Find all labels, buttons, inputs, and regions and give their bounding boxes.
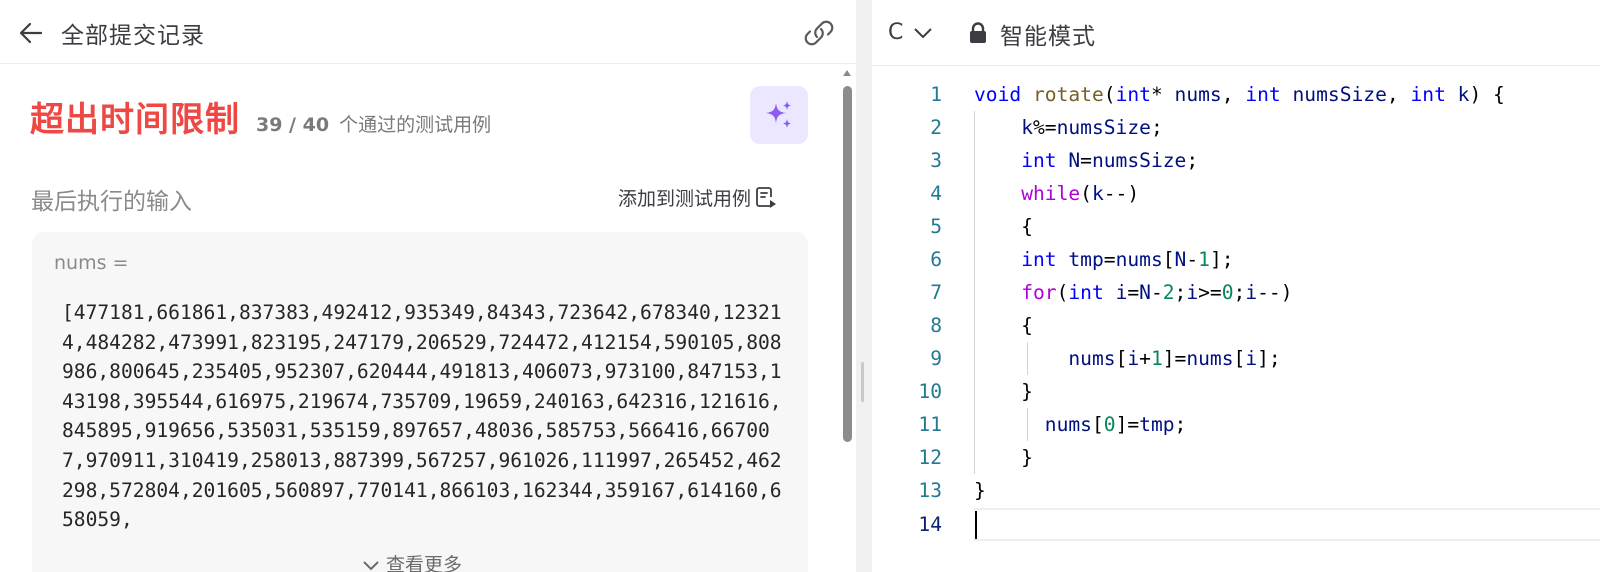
line-number: 8 xyxy=(930,314,942,337)
line-number: 6 xyxy=(930,248,942,271)
line-number: 11 xyxy=(918,413,942,436)
editor-toolbar: C 智能模式 xyxy=(872,0,1600,66)
submission-panel: 全部提交记录 超出时间限制 39 / 40 个通过的测试用例 最后执行的输入 添… xyxy=(0,0,856,572)
line-number: 13 xyxy=(918,479,942,502)
code-text: } xyxy=(974,380,1033,403)
line-number: 10 xyxy=(918,380,942,403)
add-to-testcase-label: 添加到测试用例 xyxy=(618,188,752,210)
line-number: 4 xyxy=(930,182,942,205)
code-text: for(int i=N-2;i>=0;i--) xyxy=(1021,281,1293,304)
lock-icon xyxy=(970,22,986,43)
passed-count: 39 / 40 xyxy=(256,114,330,136)
text-cursor xyxy=(975,511,977,539)
code-line: 12 } xyxy=(872,441,1600,474)
line-number: 7 xyxy=(930,281,942,304)
arrow-left-icon[interactable] xyxy=(18,20,44,46)
code-text: { xyxy=(974,215,1033,238)
line-number: 3 xyxy=(930,149,942,172)
add-to-testcase-button[interactable]: 添加到测试用例 xyxy=(618,184,777,211)
code-text: nums[0]=tmp; xyxy=(1044,413,1187,436)
code-line: 7 for(int i=N-2;i>=0;i--) xyxy=(872,276,1600,309)
language-select[interactable]: C xyxy=(888,20,933,45)
chevron-down-icon xyxy=(363,560,379,570)
code-line: 2 k%=numsSize; xyxy=(872,111,1600,144)
code-line: 9 nums[i+1]=nums[i]; xyxy=(872,342,1600,375)
page-title: 全部提交记录 xyxy=(61,23,205,49)
code-line: 11 nums[0]=tmp; xyxy=(872,408,1600,441)
result-status: 超出时间限制 39 / 40 个通过的测试用例 xyxy=(30,92,491,141)
link-icon[interactable] xyxy=(802,18,836,48)
passed-description: 个通过的测试用例 xyxy=(339,114,492,136)
submission-header: 全部提交记录 xyxy=(0,0,856,64)
code-line: 3 int N=numsSize; xyxy=(872,144,1600,177)
code-text: void rotate(int* nums, int numsSize, int… xyxy=(974,83,1505,106)
line-number: 1 xyxy=(930,83,942,106)
editor-mode-label: 智能模式 xyxy=(1000,24,1096,50)
code-line: 5 { xyxy=(872,210,1600,243)
see-more-button[interactable]: 查看更多 xyxy=(362,550,462,572)
ai-analyze-button[interactable] xyxy=(750,86,808,144)
line-number: 2 xyxy=(930,116,942,139)
code-text: int tmp=nums[N-1]; xyxy=(1021,248,1234,271)
scroll-up-arrow-icon[interactable] xyxy=(843,70,851,76)
line-number: 5 xyxy=(930,215,942,238)
line-number: 14 xyxy=(918,513,942,536)
code-line: 4 while(k--) xyxy=(872,177,1600,210)
resize-handle[interactable] xyxy=(861,362,864,402)
scrollbar-thumb[interactable] xyxy=(843,86,852,442)
code-editor-panel: C 智能模式 1 void rotate(int* nums, int nums… xyxy=(872,0,1600,572)
code-text: nums[i+1]=nums[i]; xyxy=(1068,347,1281,370)
last-input-box: nums = [477181,661861,837383,492412,9353… xyxy=(32,232,808,572)
code-text: k%=numsSize; xyxy=(1021,116,1163,139)
code-line: 6 int tmp=nums[N-1]; xyxy=(872,243,1600,276)
input-variable-value: [477181,661861,837383,492412,935349,8434… xyxy=(62,301,782,532)
line-number: 12 xyxy=(918,446,942,469)
last-input-label: 最后执行的输入 xyxy=(31,189,192,215)
code-text: } xyxy=(974,479,986,502)
code-text: } xyxy=(974,446,1033,469)
code-line: 8 { xyxy=(872,309,1600,342)
sparkles-icon xyxy=(766,101,791,128)
code-line: 13 } xyxy=(872,474,1600,507)
code-editor[interactable]: 1 void rotate(int* nums, int numsSize, i… xyxy=(872,78,1600,572)
code-text: int N=numsSize; xyxy=(1021,149,1199,172)
code-text: while(k--) xyxy=(1021,182,1140,205)
input-variable-label: nums = xyxy=(54,252,129,274)
code-line: 10 } xyxy=(872,375,1600,408)
file-play-icon xyxy=(756,186,777,208)
language-label: C xyxy=(888,20,904,45)
line-number: 9 xyxy=(930,347,942,370)
code-text: { xyxy=(974,314,1033,337)
code-line: 14 xyxy=(872,508,1600,541)
chevron-down-icon xyxy=(914,27,933,38)
code-line: 1 void rotate(int* nums, int numsSize, i… xyxy=(872,78,1600,111)
panel-divider[interactable] xyxy=(856,0,872,572)
see-more-label: 查看更多 xyxy=(386,554,463,572)
status-title: 超出时间限制 xyxy=(30,100,240,140)
